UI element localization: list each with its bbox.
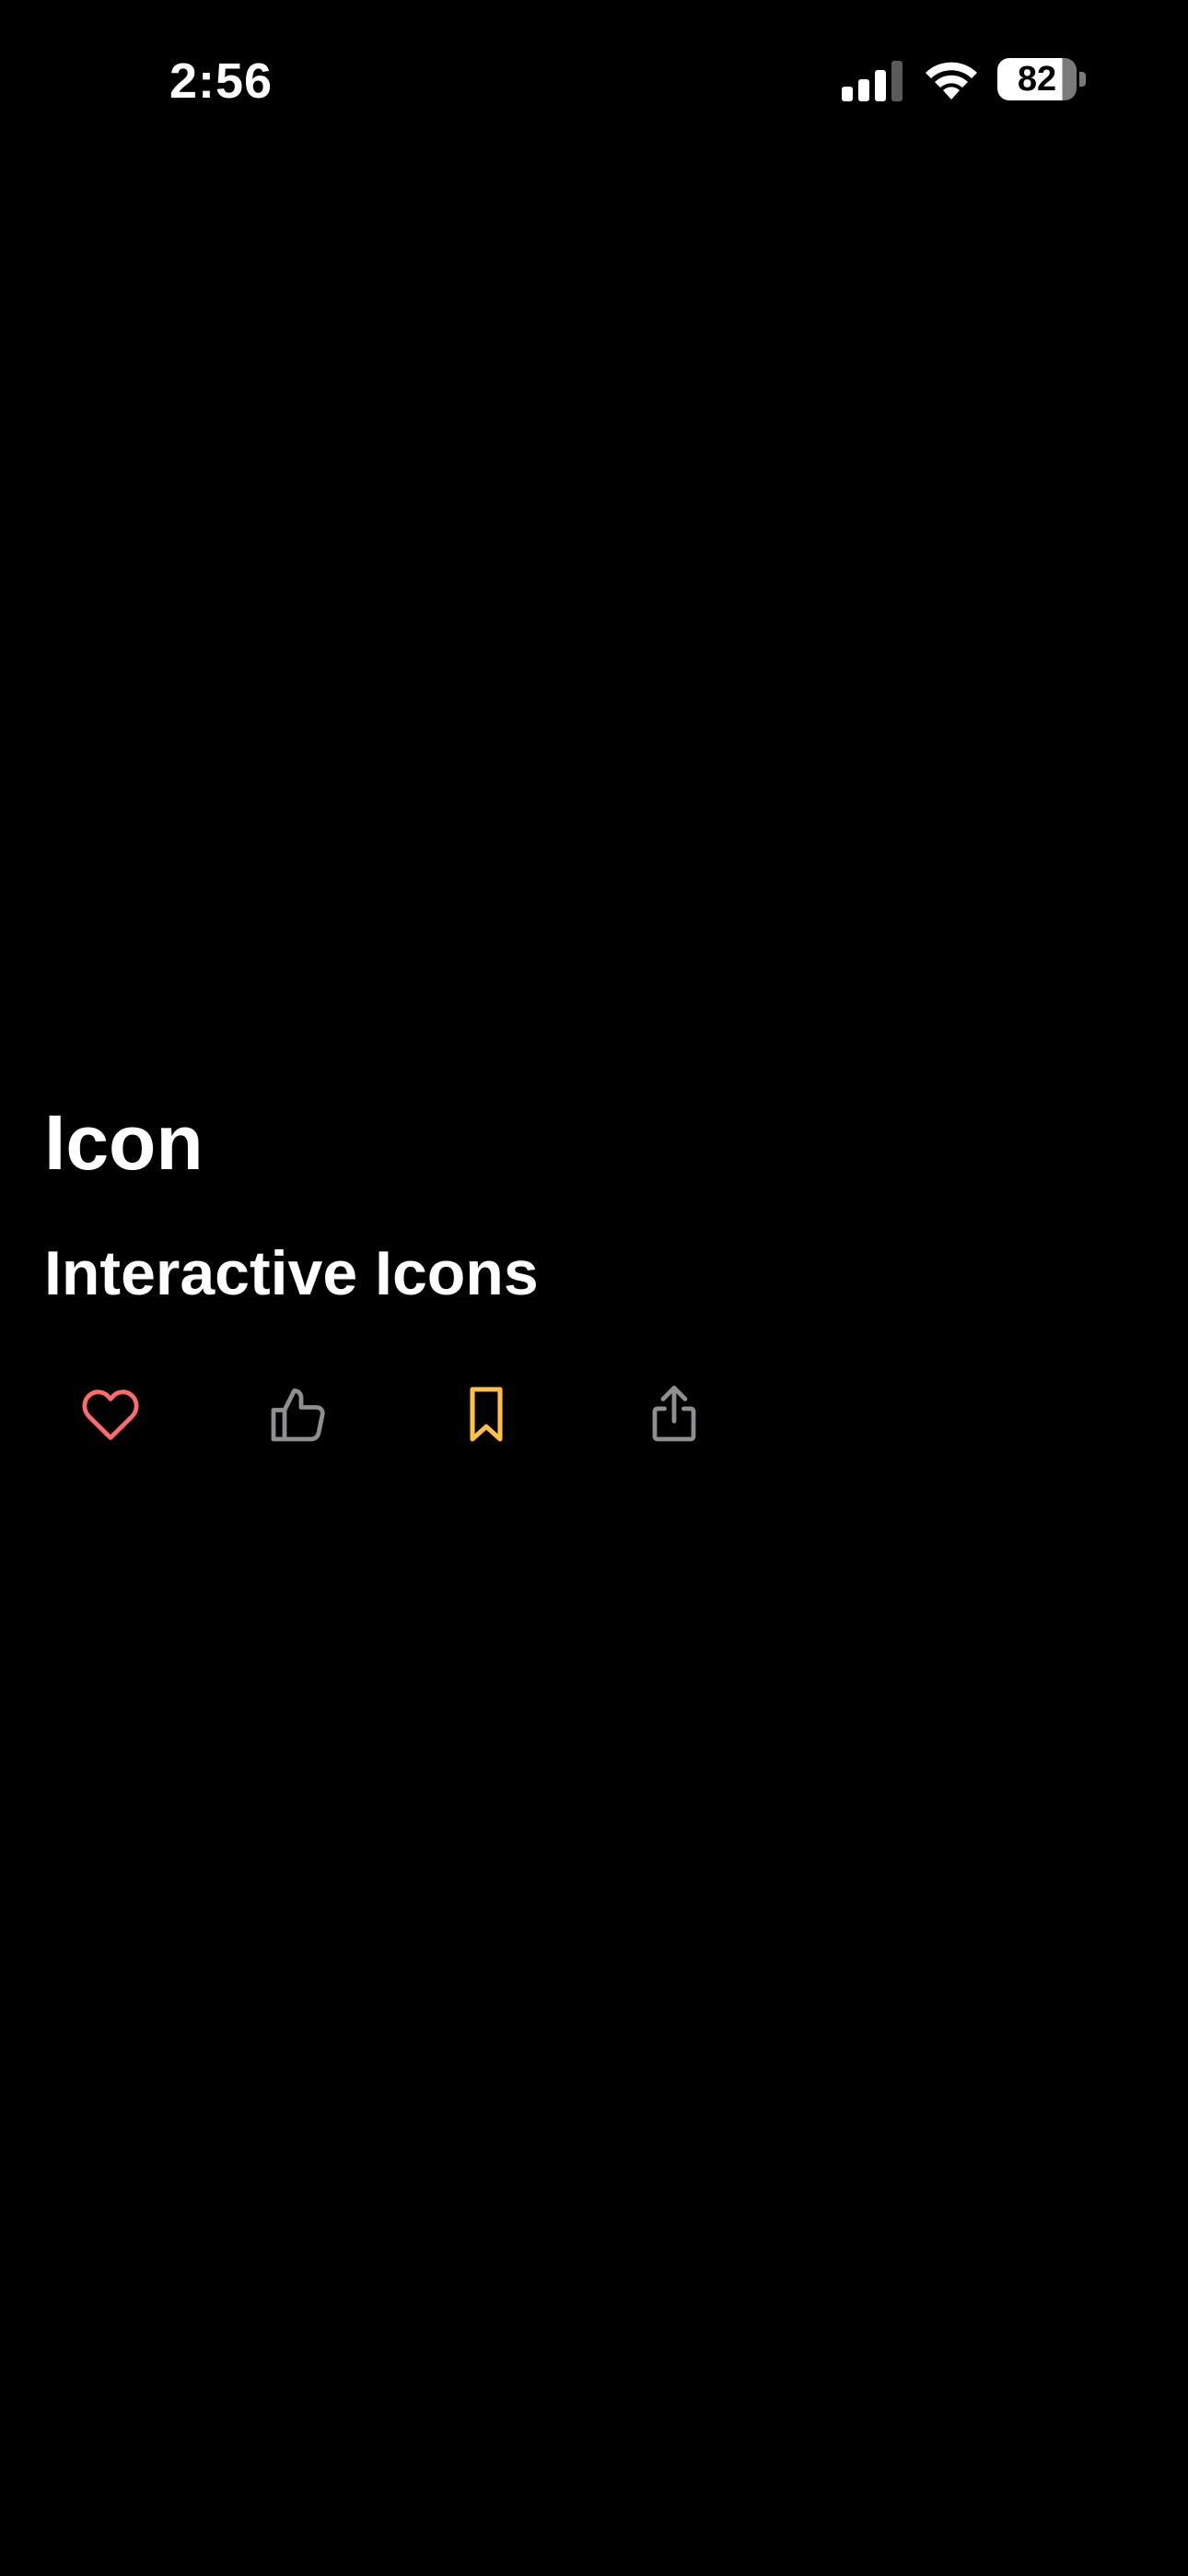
- battery-level: 82: [1017, 60, 1057, 99]
- share-button[interactable]: [608, 1373, 740, 1456]
- wifi-icon: [926, 62, 977, 100]
- bookmark-icon: [470, 1387, 503, 1442]
- heart-icon: [82, 1389, 139, 1440]
- share-icon: [652, 1386, 696, 1442]
- thumbs-up-icon: [271, 1388, 325, 1442]
- heart-button[interactable]: [44, 1373, 177, 1456]
- page-title: Icon: [44, 1099, 204, 1186]
- section-title: Interactive Icons: [44, 1238, 539, 1308]
- status-bar: 2:56 82: [0, 0, 1188, 157]
- battery-icon: 82: [997, 58, 1086, 100]
- thumbs-up-button[interactable]: [232, 1373, 365, 1456]
- battery-tip: [1079, 72, 1086, 87]
- interactive-icons-row: [44, 1373, 781, 1456]
- cellular-signal-icon: [842, 61, 903, 101]
- status-time: 2:56: [169, 53, 274, 109]
- bookmark-button[interactable]: [420, 1373, 553, 1456]
